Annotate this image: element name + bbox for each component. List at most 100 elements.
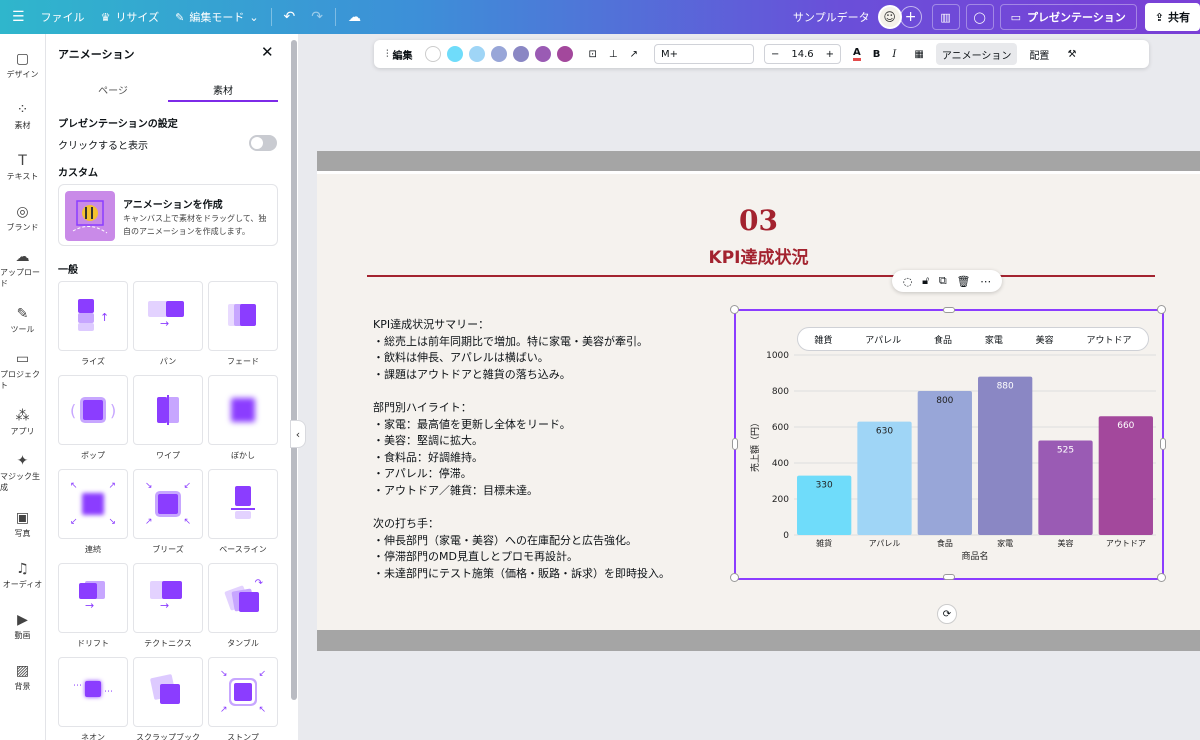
animation-drift[interactable]: → ドリフト [58,563,128,649]
color-swatch[interactable] [556,46,573,62]
animation-tectonic[interactable]: → テクトニクス [133,563,203,649]
share-button[interactable]: ⇪ 共有 [1144,3,1200,31]
color-swatch[interactable] [468,46,485,62]
paint-format-button[interactable]: ⚒ [1061,43,1082,65]
animation-preview[interactable] [133,375,203,445]
sidebar-item-apps[interactable]: ⁂ アプリ [0,397,45,448]
edit-mode-button[interactable]: ✎ 編集モード ⌄ [167,0,266,34]
sidebar-item-tools[interactable]: ✎ ツール [0,295,45,346]
bold-button[interactable]: B [867,43,887,65]
duplicate-icon[interactable]: ⧉ [939,274,947,288]
comment-button[interactable]: ◯ [965,4,994,30]
click-to-show-toggle[interactable] [249,135,277,151]
animation-succession[interactable]: ↖ ↗ ↙ ↘ 連続 [58,469,128,555]
trash-icon[interactable]: 🗑︎ [956,275,970,288]
avatar[interactable]: ☺ [877,5,902,29]
animation-preview[interactable]: ⋯ ⋯ [58,657,128,727]
animation-preview[interactable]: → [58,563,128,633]
spacing-button[interactable]: ⊡ [583,43,603,65]
animation-preview[interactable]: ↘ ↙ ↗ ↖ [208,657,278,727]
sidebar-item-background[interactable]: ▨ 背景 [0,652,45,703]
font-selector[interactable]: M+ [654,44,754,64]
chart-selection[interactable]: 雑貨 アパレル 食品 家電 美容 アウトドア 0 200 400 600 800 1000 330 雑貨… [730,305,1166,582]
redo-button[interactable]: ↷ [303,0,331,34]
sidebar-item-elements[interactable]: ⁘ 素材 [0,91,45,142]
sidebar-item-text[interactable]: T テキスト [0,142,45,193]
resize-handle[interactable] [732,438,738,450]
sidebar-item-video[interactable]: ▶ 動画 [0,601,45,652]
sidebar-item-upload[interactable]: ☁ アップロード [0,244,45,295]
panel-scrollbar[interactable] [290,34,298,740]
resize-handle[interactable] [1160,438,1166,450]
slide-title[interactable]: KPI達成状況 [317,243,1200,268]
close-icon[interactable]: ✕ [261,43,274,61]
insights-button[interactable]: ▥ [931,4,960,30]
animation-preview[interactable] [208,469,278,539]
sidebar-item-brand[interactable]: ◎ ブランド [0,193,45,244]
animation-neon[interactable]: ⋯ ⋯ ネオン [58,657,128,740]
cloud-save-button[interactable]: ☁ [340,0,369,34]
resize-handle[interactable] [943,574,955,580]
color-swatch[interactable] [446,46,463,62]
animation-wipe[interactable]: ワイプ [133,375,203,461]
add-collaborator-button[interactable]: + [899,6,922,28]
animation-preview[interactable] [208,281,278,351]
more-icon[interactable]: ⋯ [980,275,991,288]
tab-elements[interactable]: 素材 [168,78,278,102]
present-button[interactable]: ▭ プレゼンテーション [999,4,1137,30]
sidebar-item-design[interactable]: ▢ デザイン [0,40,45,91]
collapse-panel-button[interactable]: ‹ [290,420,306,448]
slide-number[interactable]: 03 [317,204,1200,237]
bar-chart[interactable]: 0 200 400 600 800 1000 330 雑貨 630 アパレル 800 食品 880 家電 5… [736,311,1162,578]
slide-body-text[interactable]: KPI達成状況サマリー： ・総売上は前年同期比で増加。特に家電・美容が牽引。 ・飲… [373,317,670,582]
slide[interactable]: 03 KPI達成状況 KPI達成状況サマリー： ・総売上は前年同期比で増加。特に… [317,171,1200,630]
color-swatch[interactable] [490,46,507,62]
animation-rise[interactable]: ↑ ライズ [58,281,128,367]
animation-scrapbook[interactable]: スクラップブック [133,657,203,740]
animation-stomp[interactable]: ↘ ↙ ↗ ↖ ストンプ [208,657,278,740]
animation-fade[interactable]: フェード [208,281,278,367]
lock-icon[interactable]: 🔓︎ [922,274,929,288]
resize-handle[interactable] [730,305,739,314]
animation-baseline[interactable]: ベースライン [208,469,278,555]
color-swatch[interactable] [534,46,551,62]
rotate-handle[interactable]: ⟳ [937,604,957,624]
tab-page[interactable]: ページ [58,78,168,102]
chart-edit-button[interactable]: ⫶ 編集 [380,43,419,65]
sidebar-item-photo[interactable]: ▣ 写真 [0,499,45,550]
resize-handle[interactable] [1157,305,1166,314]
font-size-value[interactable]: 14.6 [785,49,819,60]
animation-preview[interactable]: → [133,563,203,633]
animation-preview[interactable]: ↑ [58,281,128,351]
animation-pop[interactable]: () ポップ [58,375,128,461]
transparency-button[interactable]: ▦ [908,43,929,65]
resize-button[interactable]: ♛ リサイズ [93,0,168,34]
sidebar-item-folder[interactable]: ▭ プロジェクト [0,346,45,397]
animation-blur[interactable]: ぼかし [208,375,278,461]
file-menu[interactable]: ファイル [33,0,93,34]
create-animation-card[interactable]: アニメーションを作成 キャンバス上で素材をドラッグして、独自のアニメーションを作… [58,184,278,246]
animation-breathe[interactable]: ↘ ↙ ↗ ↖ ブリーズ [133,469,203,555]
animation-preview[interactable] [133,657,203,727]
animation-preview[interactable]: → [133,281,203,351]
plus-icon[interactable]: + [820,49,840,60]
position-button[interactable]: 配置 [1023,43,1055,65]
italic-button[interactable]: I [886,43,902,65]
comment-add-icon[interactable]: ◌ [903,275,913,288]
line-style-button[interactable]: ↗ [624,43,644,65]
sample-data-button[interactable]: サンプルデータ [785,0,878,34]
resize-handle[interactable] [1157,573,1166,582]
resize-handle[interactable] [730,573,739,582]
animation-tumble[interactable]: ↷ タンブル [208,563,278,649]
animation-preview[interactable]: ↘ ↙ ↗ ↖ [133,469,203,539]
color-swatch[interactable] [424,46,441,62]
font-size-stepper[interactable]: − 14.6 + [764,44,842,64]
menu-button[interactable]: ☰ [0,0,33,34]
color-swatch[interactable] [512,46,529,62]
align-button[interactable]: ⊥ [603,43,624,65]
animation-preview[interactable]: ↷ [208,563,278,633]
animation-button[interactable]: アニメーション [935,43,1018,65]
animation-preview[interactable] [208,375,278,445]
text-color-button[interactable]: A [847,43,867,65]
undo-button[interactable]: ↶ [276,0,304,34]
